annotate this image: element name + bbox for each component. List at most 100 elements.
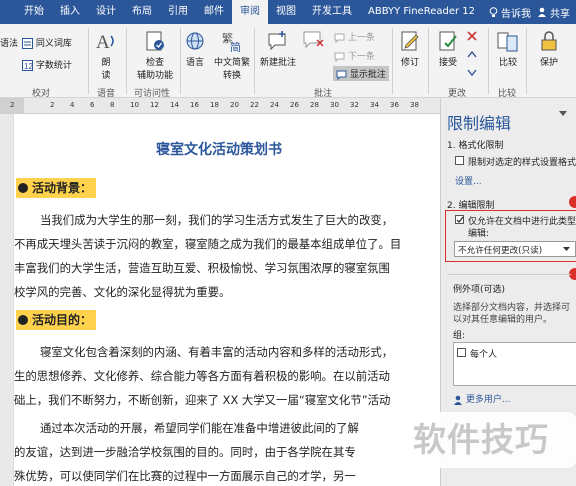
word-count-label: 字数统计 [35,61,72,71]
ruler-tick-label: 2 [10,101,15,109]
para3-line3: 殊优势，可以使同学们在比赛的过程中一方面展示自己的才学，另一 [14,469,356,483]
chinese-conversion-l1: 中文简繁 [213,58,250,68]
para1-line1: 当我们成为大学生的那一刻，我们的学习生活方式发生了巨大的改变， [40,213,394,227]
ruler-tick-label: 14 [170,101,179,109]
callout-badge-1 [569,196,576,208]
ruler-tick-label: 22 [250,101,259,109]
more-users-link[interactable]: 更多用户... [453,392,510,405]
track-changes-icon [401,31,419,51]
chinese-conversion-button[interactable]: 繁简 中文简繁 转换 [212,30,252,81]
word-count-button[interactable]: 123 字数统计 [22,58,72,71]
tab-insert[interactable]: 插入 [52,0,88,24]
ruler-tick-label: 28 [310,101,319,109]
ruler-tick-label: 32 [350,101,359,109]
delete-comment-icon [303,31,324,49]
previous-change-button[interactable] [466,49,478,61]
next-change-button[interactable] [466,66,478,78]
previous-comment-icon [334,33,345,43]
svg-text:123: 123 [24,62,33,71]
tab-layout[interactable]: 布局 [124,0,160,24]
editing-restriction-label-l2: 编辑: [468,229,490,239]
groups-label: 组: [453,331,466,341]
editing-restriction-checkbox[interactable] [455,215,464,224]
previous-comment-button[interactable]: 上一条 [334,30,375,43]
para3-line1: 通过本次活动的开展，希望同学们能在准备中增进彼此间的了解 [40,421,359,435]
reject-button[interactable] [466,30,478,42]
show-comments-button[interactable]: 显示批注 [333,66,389,81]
ruler-tick-label: 16 [190,101,199,109]
conversion-icon: 繁简 [222,31,241,54]
tell-me-label: 告诉我 [501,8,531,20]
editing-type-value: 不允许任何更改(只读) [458,246,543,256]
read-aloud-button[interactable]: A 朗 读 [94,30,118,81]
check-accessibility-l2: 辅助功能 [136,71,173,81]
settings-link[interactable]: 设置... [455,174,482,187]
globe-icon [186,32,204,50]
ruler-tick-label: 38 [410,101,419,109]
para1-line4: 校学风的完善、文化的深化显得犹为重要。 [14,285,231,299]
para1-line2: 不再成天埋头苦读于沉闷的教室，寝室随之成为我们的最基本组成单位了。目 [14,237,402,251]
tab-design[interactable]: 设计 [88,0,124,24]
para1-line3: 丰富我们的大学生活，营造互助互爱、积极愉悦、学习氛围浓厚的寝室氛围 [14,261,390,275]
tab-view[interactable]: 视图 [268,0,304,24]
thesaurus-label: 同义词库 [35,39,72,49]
pane-options-icon[interactable] [559,110,567,120]
accept-button[interactable]: 接受 [436,30,460,68]
show-comments-label: 显示批注 [349,70,386,80]
pane-divider [447,274,571,275]
document-page[interactable]: 寝室文化活动策划书 活动背景： 当我们成为大学生的那一刻，我们的学习生活方式发生… [14,114,440,486]
tab-mailings[interactable]: 邮件 [196,0,232,24]
check-accessibility-button[interactable]: 检查 辅助功能 [133,30,177,81]
tab-abbyy[interactable]: ABBYY FineReader 12 [360,0,483,24]
tab-developer[interactable]: 开发工具 [304,0,360,24]
editing-type-dropdown[interactable]: 不允许任何更改(只读) [454,241,576,257]
exceptions-heading: 例外项(可选) [453,285,506,295]
ruler-tick-label: 10 [130,101,139,109]
exceptions-description-l2: 以对其任意编辑的用户。 [453,315,553,325]
chevron-down-icon [559,111,567,116]
new-comment-label: 新建批注 [259,58,296,68]
ribbon-separator [428,28,429,94]
more-users-label: 更多用户... [465,395,511,405]
tell-me-box[interactable]: 告诉我 [489,5,531,20]
ribbon-separator [88,28,89,94]
accessibility-icon [146,31,164,51]
ribbon-review: 语法 同义词库 123 字数统计 校对 A 朗 读 语音 检查 辅助功能 可访问… [0,24,576,99]
read-aloud-l1: 朗 [101,58,111,68]
users-icon [454,395,462,405]
new-comment-button[interactable]: 新建批注 [258,30,298,68]
delete-comment-button[interactable] [302,28,330,50]
ribbon-separator [526,28,527,94]
everyone-checkbox[interactable] [457,348,466,357]
language-button[interactable]: 语言 [184,30,206,68]
ruler-tick-label: 2 [50,101,55,109]
protect-label: 保护 [539,58,558,68]
person-icon [538,7,546,17]
track-changes-button[interactable]: 修订 [398,30,422,68]
para3-line2: 的友谊，达到进一步融洽学校氛围的目的。同时，由于各学院在其专 [14,445,356,459]
protect-button[interactable]: 保护 [536,30,562,68]
next-comment-label: 下一条 [347,52,375,62]
compare-button[interactable]: 比较 [496,30,520,68]
grammar-partial-label[interactable]: 语法 [0,36,18,49]
accept-label: 接受 [438,58,457,68]
previous-change-icon [467,50,477,58]
next-comment-button[interactable]: 下一条 [334,49,375,62]
heading-purpose-text: 活动目的： [32,313,93,327]
read-aloud-icon: A [96,32,114,53]
tab-home[interactable]: 开始 [0,0,52,24]
bullet-icon [18,183,28,193]
ruler-tick-label: 36 [390,101,399,109]
ribbon-tab-bar: 开始 插入 设计 布局 引用 邮件 审阅 视图 开发工具 ABBYY FineR… [0,0,576,24]
show-comments-icon [336,70,347,80]
language-label: 语言 [185,58,204,68]
formatting-restriction-label: 限制对选定的样式设置格式 [468,158,576,168]
tab-review[interactable]: 审阅 [232,0,268,24]
thesaurus-button[interactable]: 同义词库 [22,36,72,49]
ribbon-separator [254,28,255,94]
document-title: 寝室文化活动策划书 [156,142,282,158]
formatting-restriction-checkbox[interactable] [455,156,464,165]
share-button[interactable]: 共享 [537,5,576,20]
ribbon-separator [180,28,181,94]
tab-references[interactable]: 引用 [160,0,196,24]
